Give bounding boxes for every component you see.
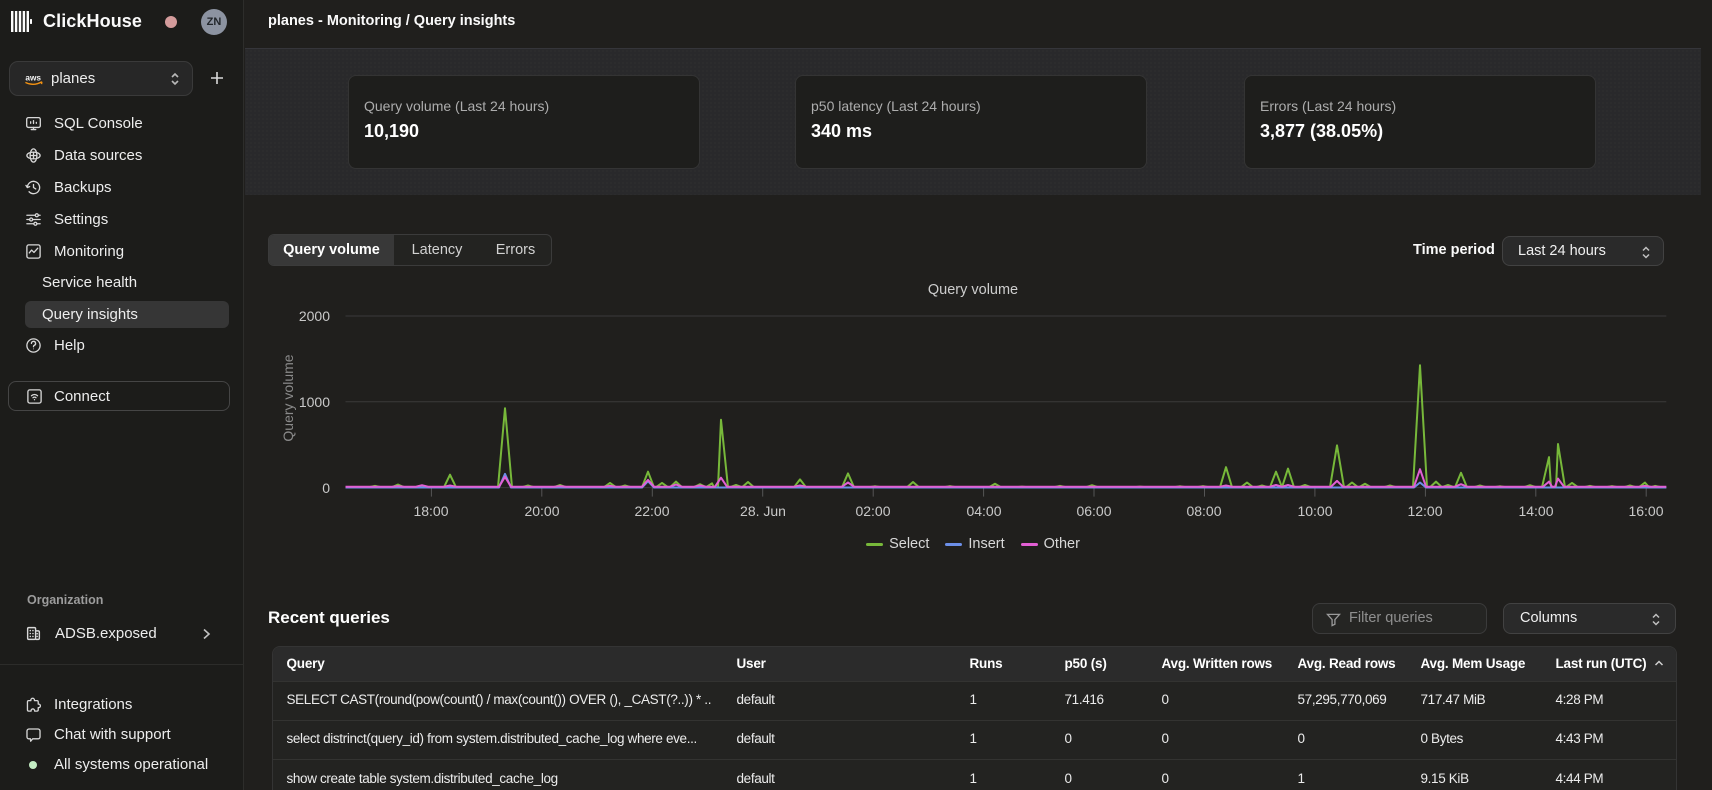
svg-text:aws: aws [25, 73, 41, 82]
